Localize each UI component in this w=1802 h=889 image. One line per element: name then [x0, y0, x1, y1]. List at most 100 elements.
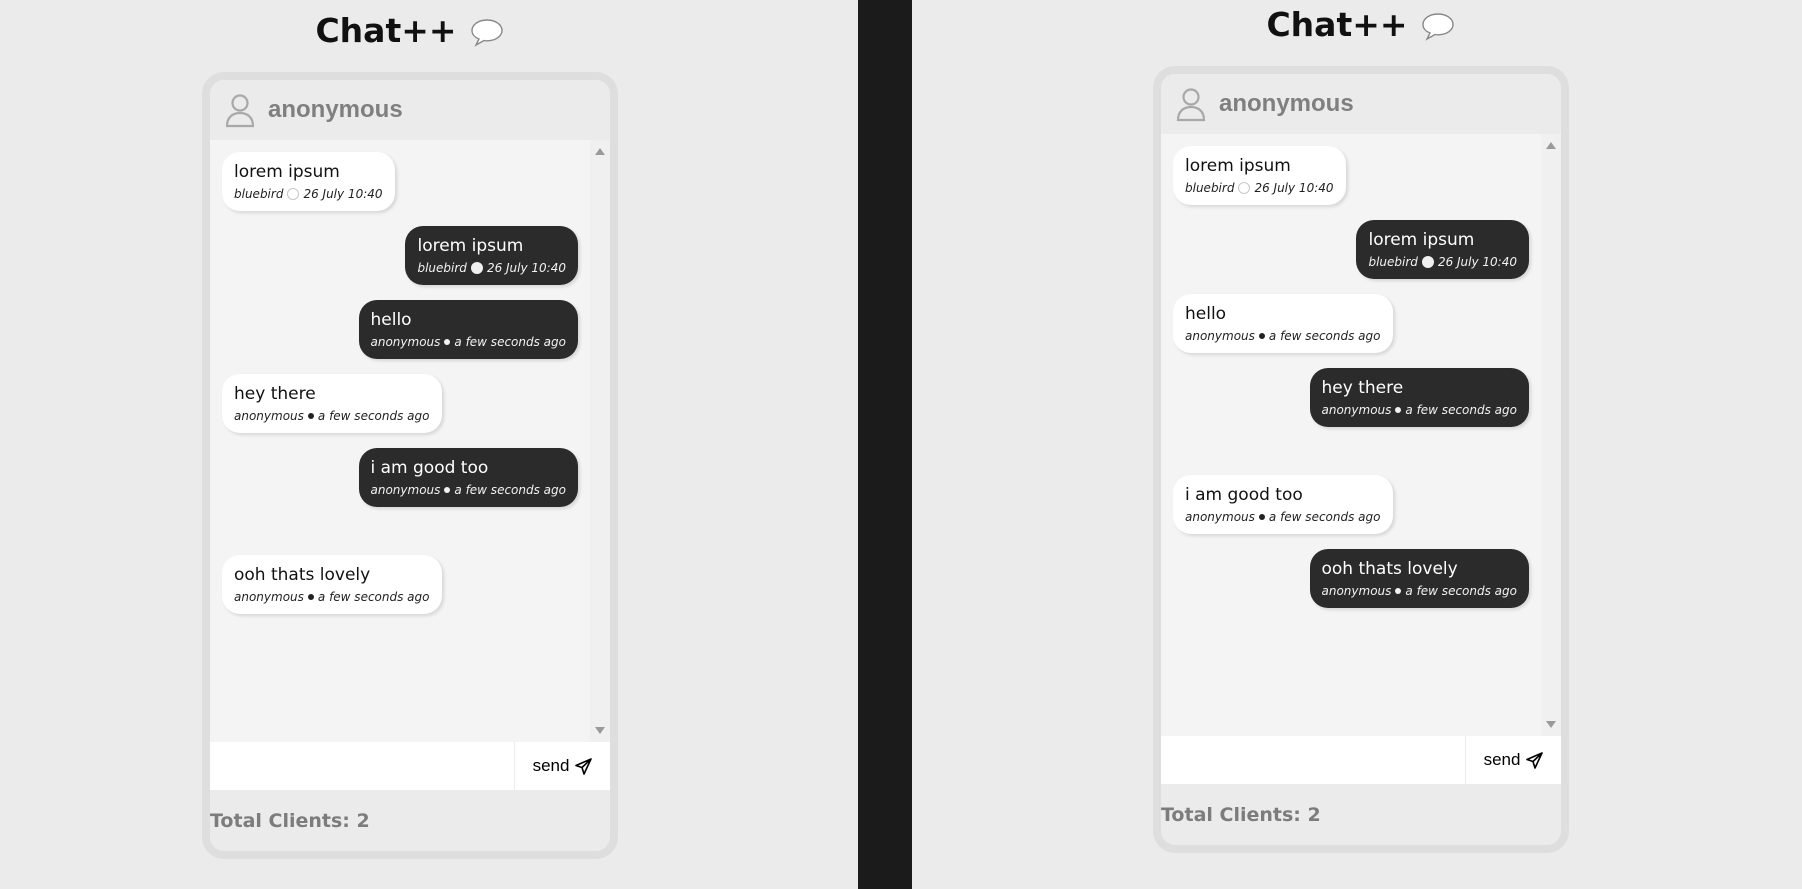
message-text: hey there	[234, 384, 316, 404]
message-author: anonymous	[234, 409, 304, 423]
message-row: lorem ipsum bluebird 26 July 10:40	[222, 152, 578, 226]
send-label: send	[1483, 750, 1521, 769]
outgoing-message: i am good too anonymous a few seconds ago	[358, 448, 578, 507]
message-row: lorem ipsum bluebird 26 July 10:40	[222, 226, 578, 300]
message-meta: bluebird 26 July 10:40	[417, 259, 566, 277]
message-author: bluebird	[1185, 181, 1235, 195]
message-composer: send	[210, 742, 610, 790]
message-input[interactable]	[1161, 736, 1465, 784]
paper-plane-icon	[575, 757, 593, 775]
message-meta: bluebird 26 July 10:40	[234, 185, 383, 203]
send-label: send	[532, 756, 570, 775]
incoming-message: lorem ipsum bluebird 26 July 10:40	[222, 152, 395, 211]
status-dot-icon	[1395, 588, 1402, 594]
message-author: bluebird	[1368, 255, 1418, 269]
scroll-up-arrow[interactable]	[1546, 142, 1556, 149]
message-list[interactable]: lorem ipsum bluebird 26 July 10:40 lorem ip…	[210, 140, 610, 742]
message-text: ooh thats lovely	[1321, 559, 1458, 579]
scroll-down-arrow[interactable]	[595, 727, 605, 734]
messages-container: lorem ipsum bluebird 26 July 10:40 lorem ip…	[1161, 134, 1541, 736]
scrollbar[interactable]	[1541, 134, 1561, 736]
message-input[interactable]	[210, 742, 514, 790]
incoming-message: lorem ipsum bluebird 26 July 10:40	[1173, 146, 1346, 205]
send-button[interactable]: send	[1465, 736, 1561, 784]
message-meta: anonymous a few seconds ago	[1185, 327, 1381, 345]
message-time: 26 July 10:40	[1254, 181, 1334, 195]
status-dot-icon	[307, 594, 314, 600]
incoming-message: hey there anonymous a few seconds ago	[222, 374, 442, 433]
scrollbar[interactable]	[590, 140, 610, 742]
message-meta: anonymous a few seconds ago	[234, 407, 430, 425]
message-author: anonymous	[1185, 510, 1255, 524]
message-row: i am good too anonymous a few seconds ago	[222, 448, 578, 555]
status-dot-icon	[444, 339, 451, 345]
speech-bubble-icon	[1421, 13, 1454, 41]
message-time: a few seconds ago	[454, 335, 566, 349]
status-dot-icon	[1421, 256, 1434, 268]
status-dot-icon	[1258, 514, 1265, 520]
message-author: anonymous	[370, 483, 441, 497]
message-text: lorem ipsum	[234, 162, 340, 182]
user-icon	[225, 94, 255, 128]
current-username: anonymous	[268, 96, 403, 123]
outgoing-message: lorem ipsum bluebird 26 July 10:40	[405, 226, 578, 285]
message-text: lorem ipsum	[1185, 156, 1291, 176]
status-dot-icon	[287, 188, 300, 200]
outgoing-message: hey there anonymous a few seconds ago	[1309, 368, 1529, 427]
message-meta: anonymous a few seconds ago	[1185, 508, 1381, 526]
status-dot-icon	[470, 262, 483, 274]
status-dot-icon	[1238, 182, 1251, 194]
message-composer: send	[1161, 736, 1561, 784]
window-divider	[858, 0, 912, 889]
incoming-message: ooh thats lovely anonymous a few seconds a…	[222, 555, 442, 614]
chat-window: anonymous lorem ipsum bluebird 26 July 10:…	[202, 72, 618, 859]
chat-footer: Total Clients: 2	[1161, 784, 1561, 845]
message-meta: anonymous a few seconds ago	[371, 481, 567, 499]
message-text: hello	[1185, 304, 1227, 324]
message-time: a few seconds ago	[317, 590, 430, 604]
scroll-up-arrow[interactable]	[595, 148, 605, 155]
message-row: lorem ipsum bluebird 26 July 10:40	[1173, 146, 1529, 220]
message-row: i am good too anonymous a few seconds ago	[1173, 475, 1529, 549]
total-clients: Total Clients: 2	[210, 809, 370, 832]
incoming-message: hello anonymous a few seconds ago	[1173, 294, 1393, 353]
speech-bubble-icon	[470, 19, 503, 47]
status-dot-icon	[1258, 333, 1265, 339]
message-row: hey there anonymous a few seconds ago	[1173, 368, 1529, 475]
message-author: anonymous	[370, 335, 441, 349]
app-title-text: Chat++	[315, 10, 457, 50]
incoming-message: i am good too anonymous a few seconds ago	[1173, 475, 1393, 534]
message-row: hello anonymous a few seconds ago	[222, 300, 578, 374]
message-row: ooh thats lovely anonymous a few seconds a…	[1173, 549, 1529, 623]
message-author: bluebird	[417, 261, 467, 275]
status-dot-icon	[444, 487, 451, 493]
chat-header: anonymous	[1161, 74, 1561, 134]
message-time: a few seconds ago	[317, 409, 430, 423]
message-meta: anonymous a few seconds ago	[234, 588, 430, 606]
message-text: lorem ipsum	[417, 236, 524, 256]
app-title-text: Chat++	[1266, 4, 1408, 44]
message-time: 26 July 10:40	[486, 261, 566, 275]
outgoing-message: ooh thats lovely anonymous a few seconds a…	[1309, 549, 1529, 608]
total-clients: Total Clients: 2	[1161, 803, 1321, 826]
message-text: lorem ipsum	[1368, 230, 1475, 250]
message-time: a few seconds ago	[1405, 584, 1517, 598]
message-meta: anonymous a few seconds ago	[1322, 582, 1518, 600]
status-dot-icon	[307, 413, 314, 419]
app-title: Chat++	[202, 10, 618, 50]
paper-plane-icon	[1526, 751, 1544, 769]
chat-footer: Total Clients: 2	[210, 790, 610, 851]
message-meta: anonymous a few seconds ago	[371, 333, 567, 351]
message-list[interactable]: lorem ipsum bluebird 26 July 10:40 lorem ip…	[1161, 134, 1561, 736]
outgoing-message: hello anonymous a few seconds ago	[358, 300, 578, 359]
status-dot-icon	[1395, 407, 1402, 413]
scroll-down-arrow[interactable]	[1546, 721, 1556, 728]
message-author: anonymous	[1321, 584, 1392, 598]
message-row: hey there anonymous a few seconds ago	[222, 374, 578, 448]
message-author: anonymous	[1321, 403, 1392, 417]
message-time: a few seconds ago	[1268, 329, 1381, 343]
message-row: ooh thats lovely anonymous a few seconds a…	[222, 555, 578, 629]
message-row: lorem ipsum bluebird 26 July 10:40	[1173, 220, 1529, 294]
send-button[interactable]: send	[514, 742, 610, 790]
message-time: a few seconds ago	[454, 483, 566, 497]
